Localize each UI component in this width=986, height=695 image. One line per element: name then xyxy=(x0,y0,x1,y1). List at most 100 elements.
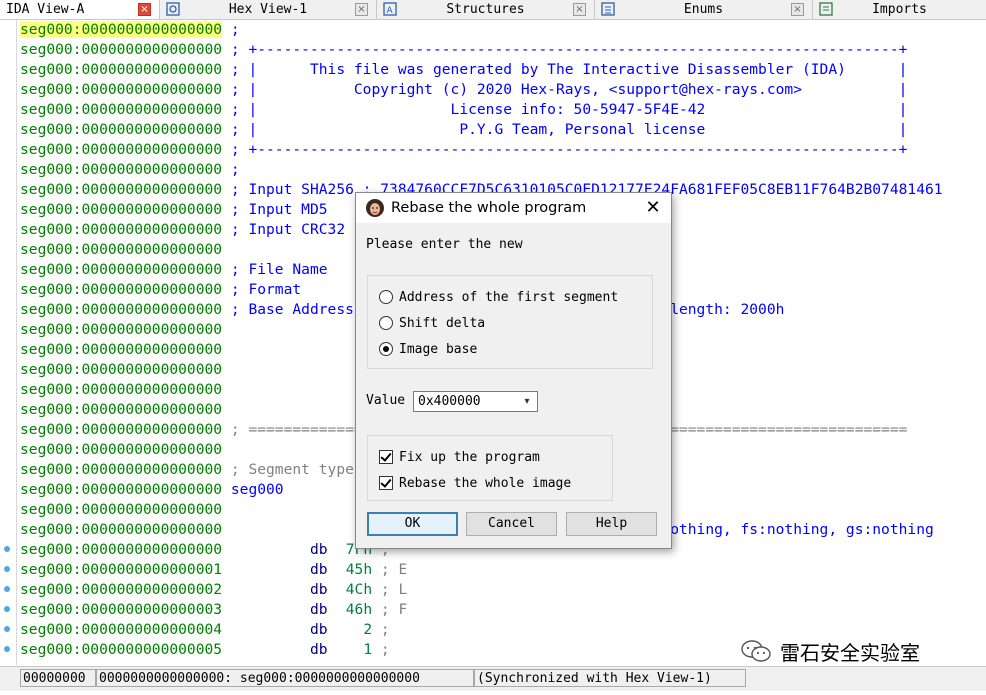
line-address[interactable]: seg000:0000000000000000 xyxy=(20,261,222,278)
status-location: 0000000000000000: seg000:000000000000000… xyxy=(96,669,474,687)
line-address[interactable]: seg000:0000000000000000 xyxy=(20,481,222,498)
tab-label: Hex View-1 xyxy=(228,2,308,17)
line-address[interactable]: seg000:0000000000000003 xyxy=(20,601,222,618)
close-icon[interactable]: × xyxy=(573,3,586,16)
listing-line[interactable]: seg000:0000000000000000 xyxy=(20,400,222,420)
listing-line[interactable]: seg000:0000000000000000 ; xyxy=(20,20,240,40)
listing-line[interactable]: seg000:0000000000000000 xyxy=(20,240,222,260)
line-address[interactable]: seg000:0000000000000000 xyxy=(20,21,223,38)
line-text: ; +-------------------------------------… xyxy=(222,41,908,58)
tab-imports[interactable]: Imports xyxy=(813,0,986,19)
line-address[interactable]: seg000:0000000000000002 xyxy=(20,581,222,598)
operand-value[interactable]: 2 xyxy=(345,620,372,640)
line-address[interactable]: seg000:0000000000000000 xyxy=(20,141,222,158)
line-address[interactable]: seg000:0000000000000000 xyxy=(20,341,222,358)
listing-line[interactable]: seg000:0000000000000000 xyxy=(20,320,222,340)
listing-line[interactable]: seg000:0000000000000000 ; +-------------… xyxy=(20,140,907,160)
line-text: ; | Copyright (c) 2020 Hex-Rays, <suppor… xyxy=(222,81,908,98)
listing-line[interactable]: seg000:0000000000000000 ; +-------------… xyxy=(20,40,907,60)
listing-line[interactable]: seg000:0000000000000000 xyxy=(20,380,222,400)
listing-line[interactable]: seg000:0000000000000003 db 46h ; F xyxy=(20,600,407,620)
radio-button[interactable] xyxy=(379,316,393,330)
line-address[interactable]: seg000:0000000000000001 xyxy=(20,561,222,578)
line-address[interactable]: seg000:0000000000000000 xyxy=(20,401,222,418)
listing-line[interactable]: seg000:0000000000000001 db 45h ; E xyxy=(20,560,407,580)
radio-image-base[interactable]: Image base xyxy=(379,340,477,358)
listing-line[interactable]: seg000:0000000000000000 ; | P.Y.G Team, … xyxy=(20,120,907,140)
listing-line[interactable]: seg000:0000000000000000 ; | This file wa… xyxy=(20,60,907,80)
checkbox-rebase-image[interactable]: Rebase the whole image xyxy=(379,474,571,492)
checkbox-fix-up[interactable]: Fix up the program xyxy=(379,448,540,466)
line-address[interactable]: seg000:0000000000000000 xyxy=(20,441,222,458)
line-address[interactable]: seg000:0000000000000000 xyxy=(20,501,222,518)
radio-button[interactable] xyxy=(379,342,393,356)
line-address[interactable]: seg000:0000000000000000 xyxy=(20,281,222,298)
chevron-down-icon[interactable]: ▾ xyxy=(519,392,535,411)
tab-enums[interactable]: Enums × xyxy=(595,0,813,19)
line-address[interactable]: seg000:0000000000000000 xyxy=(20,201,222,218)
listing-line[interactable]: seg000:0000000000000000 xyxy=(20,500,222,520)
operand-value[interactable]: 1 xyxy=(345,640,372,660)
mnemonic: db xyxy=(309,641,328,658)
line-text: ; xyxy=(222,21,240,38)
line-address[interactable]: seg000:0000000000000000 xyxy=(20,301,222,318)
radio-button[interactable] xyxy=(379,290,393,304)
line-address[interactable]: seg000:0000000000000000 xyxy=(20,221,222,238)
listing-line[interactable]: seg000:0000000000000000 ; xyxy=(20,160,240,180)
line-text: ; | P.Y.G Team, Personal license | xyxy=(222,121,908,138)
listing-line[interactable]: seg000:0000000000000000 db 7Fh ; xyxy=(20,540,398,560)
operand-value[interactable]: 46h xyxy=(345,600,372,620)
close-icon[interactable]: × xyxy=(791,3,804,16)
tab-ida-view-a[interactable]: IDA View-A × xyxy=(0,0,160,19)
radio-label: Image base xyxy=(399,341,478,357)
operand-value[interactable]: 4Ch xyxy=(345,580,372,600)
operand-value[interactable]: 45h xyxy=(345,560,372,580)
close-icon[interactable]: ✕ xyxy=(641,196,665,220)
line-address[interactable]: seg000:0000000000000000 xyxy=(20,361,222,378)
line-address[interactable]: seg000:0000000000000000 xyxy=(20,101,222,118)
line-address[interactable]: seg000:0000000000000000 xyxy=(20,381,222,398)
value-input[interactable]: 0x400000 xyxy=(418,392,481,411)
line-address[interactable]: seg000:0000000000000005 xyxy=(20,641,222,658)
listing-line[interactable]: seg000:0000000000000004 db 2 ; xyxy=(20,620,398,640)
close-icon[interactable]: × xyxy=(138,3,151,16)
tab-structures[interactable]: A Structures × xyxy=(377,0,595,19)
value-combobox[interactable]: 0x400000 ▾ xyxy=(413,391,538,412)
help-button[interactable]: Help xyxy=(566,512,657,536)
listing-line[interactable]: seg000:0000000000000000 ; | Copyright (c… xyxy=(20,80,907,100)
listing-line[interactable]: seg000:0000000000000002 db 4Ch ; L xyxy=(20,580,407,600)
radio-shift-delta[interactable]: Shift delta xyxy=(379,314,485,332)
line-address[interactable]: seg000:0000000000000000 xyxy=(20,41,222,58)
listing-line[interactable]: seg000:0000000000000000 xyxy=(20,340,222,360)
ok-button[interactable]: OK xyxy=(367,512,458,536)
checkbox[interactable] xyxy=(379,450,393,464)
listing-line[interactable]: seg000:0000000000000000 xyxy=(20,440,222,460)
line-address[interactable]: seg000:0000000000000000 xyxy=(20,161,222,178)
line-address[interactable]: seg000:0000000000000000 xyxy=(20,321,222,338)
watermark-text: 雷石安全实验室 xyxy=(780,640,920,665)
line-address[interactable]: seg000:0000000000000000 xyxy=(20,421,222,438)
value-label: Value xyxy=(366,393,406,408)
line-address[interactable]: seg000:0000000000000000 xyxy=(20,121,222,138)
char-comment: L xyxy=(398,581,408,598)
line-address[interactable]: seg000:0000000000000000 xyxy=(20,461,222,478)
line-address[interactable]: seg000:0000000000000000 xyxy=(20,81,222,98)
line-text: ; +-------------------------------------… xyxy=(222,141,908,158)
rebase-mode-group: Address of the first segment Shift delta… xyxy=(367,275,653,369)
tab-hex-view-1[interactable]: Hex View-1 × xyxy=(160,0,377,19)
line-address[interactable]: seg000:0000000000000000 xyxy=(20,181,222,198)
listing-line[interactable]: seg000:0000000000000000 xyxy=(20,360,222,380)
line-address[interactable]: seg000:0000000000000000 xyxy=(20,521,222,538)
close-icon[interactable]: × xyxy=(355,3,368,16)
char-comment: E xyxy=(398,561,408,578)
dialog-titlebar[interactable]: Rebase the whole program ✕ xyxy=(356,193,671,223)
line-address[interactable]: seg000:0000000000000000 xyxy=(20,541,222,558)
checkbox[interactable] xyxy=(379,476,393,490)
line-address[interactable]: seg000:0000000000000004 xyxy=(20,621,222,638)
listing-line[interactable]: seg000:0000000000000000 ; | License info… xyxy=(20,100,907,120)
line-address[interactable]: seg000:0000000000000000 xyxy=(20,241,222,258)
radio-first-segment[interactable]: Address of the first segment xyxy=(379,288,618,306)
listing-line[interactable]: seg000:0000000000000005 db 1 ; xyxy=(20,640,398,660)
line-address[interactable]: seg000:0000000000000000 xyxy=(20,61,222,78)
cancel-button[interactable]: Cancel xyxy=(466,512,557,536)
